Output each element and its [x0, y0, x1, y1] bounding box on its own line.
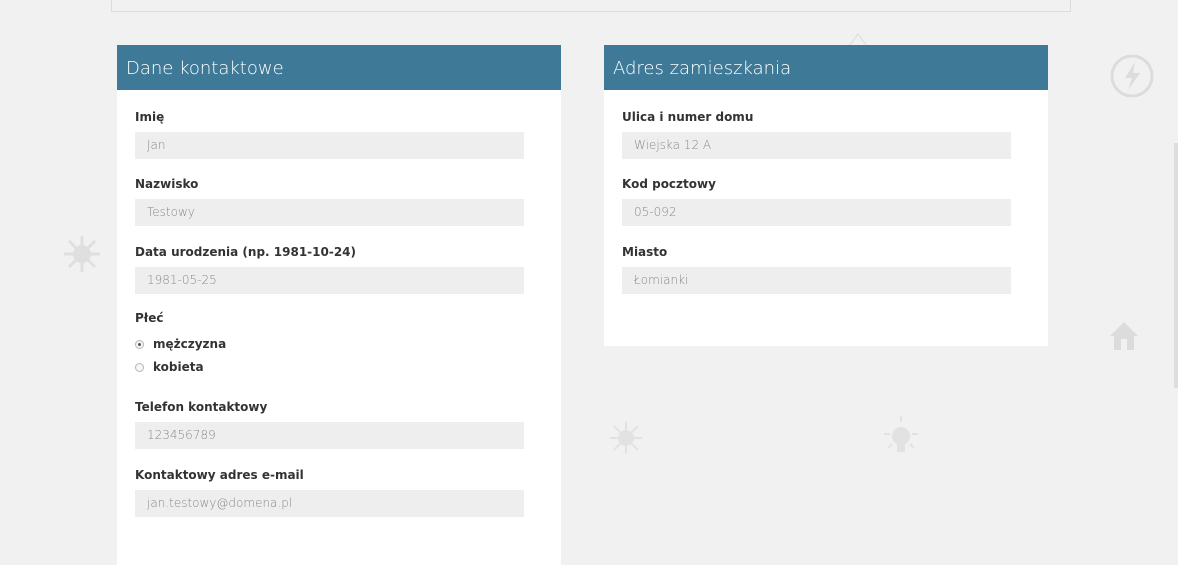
- gender-label: Płeć: [135, 311, 164, 325]
- phone-input[interactable]: 123456789: [135, 422, 524, 449]
- city-field-group: Miasto Łomianki: [622, 243, 1011, 294]
- gender-option-label: mężczyzna: [153, 337, 227, 351]
- street-field-group: Ulica i numer domu Wiejska 12 A: [622, 108, 1011, 159]
- birth-date-field-group: Data urodzenia (np. 1981-10-24) 1981-05-…: [135, 243, 524, 294]
- first-name-label: Imię: [135, 110, 165, 124]
- address-panel-title: Adres zamieszkania: [604, 45, 1048, 90]
- postal-code-label: Kod pocztowy: [622, 177, 716, 191]
- street-label: Ulica i numer domu: [622, 110, 754, 124]
- gender-option-label: kobieta: [153, 360, 204, 374]
- gender-option-female[interactable]: kobieta: [135, 359, 204, 375]
- birth-date-label: Data urodzenia (np. 1981-10-24): [135, 245, 357, 259]
- last-name-label: Nazwisko: [135, 177, 199, 191]
- gender-option-male[interactable]: mężczyzna: [135, 336, 226, 352]
- street-input[interactable]: Wiejska 12 A: [622, 132, 1011, 159]
- email-label: Kontaktowy adres e-mail: [135, 468, 304, 482]
- address-panel: Adres zamieszkania Ulica i numer domu Wi…: [604, 45, 1048, 346]
- city-label: Miasto: [622, 245, 668, 259]
- birth-date-input[interactable]: 1981-05-25: [135, 267, 524, 294]
- email-field-group: Kontaktowy adres e-mail jan.testowy@dome…: [135, 466, 524, 517]
- scrollbar[interactable]: [1174, 143, 1178, 388]
- contact-panel-title: Dane kontaktowe: [117, 45, 561, 90]
- email-input[interactable]: jan.testowy@domena.pl: [135, 490, 524, 517]
- sun-icon: [64, 236, 100, 272]
- radio-checked-icon[interactable]: [135, 339, 144, 349]
- top-container-border: [111, 0, 1071, 12]
- phone-label: Telefon kontaktowy: [135, 400, 268, 414]
- phone-field-group: Telefon kontaktowy 123456789: [135, 398, 524, 449]
- first-name-input[interactable]: Jan: [135, 132, 524, 159]
- last-name-field-group: Nazwisko Testowy: [135, 175, 524, 226]
- postal-code-input[interactable]: 05-092: [622, 199, 1011, 226]
- gender-field-group: Płeć: [135, 309, 524, 327]
- house-icon: [1110, 322, 1138, 350]
- radio-unchecked-icon[interactable]: [135, 362, 144, 372]
- last-name-input[interactable]: Testowy: [135, 199, 524, 226]
- contact-panel: Dane kontaktowe Imię Jan Nazwisko Testow…: [117, 45, 561, 565]
- sun-icon: [610, 422, 642, 454]
- city-input[interactable]: Łomianki: [622, 267, 1011, 294]
- lightbulb-icon: [884, 416, 918, 452]
- postal-code-field-group: Kod pocztowy 05-092: [622, 175, 1011, 226]
- first-name-field-group: Imię Jan: [135, 108, 524, 159]
- power-icon: [1110, 54, 1154, 98]
